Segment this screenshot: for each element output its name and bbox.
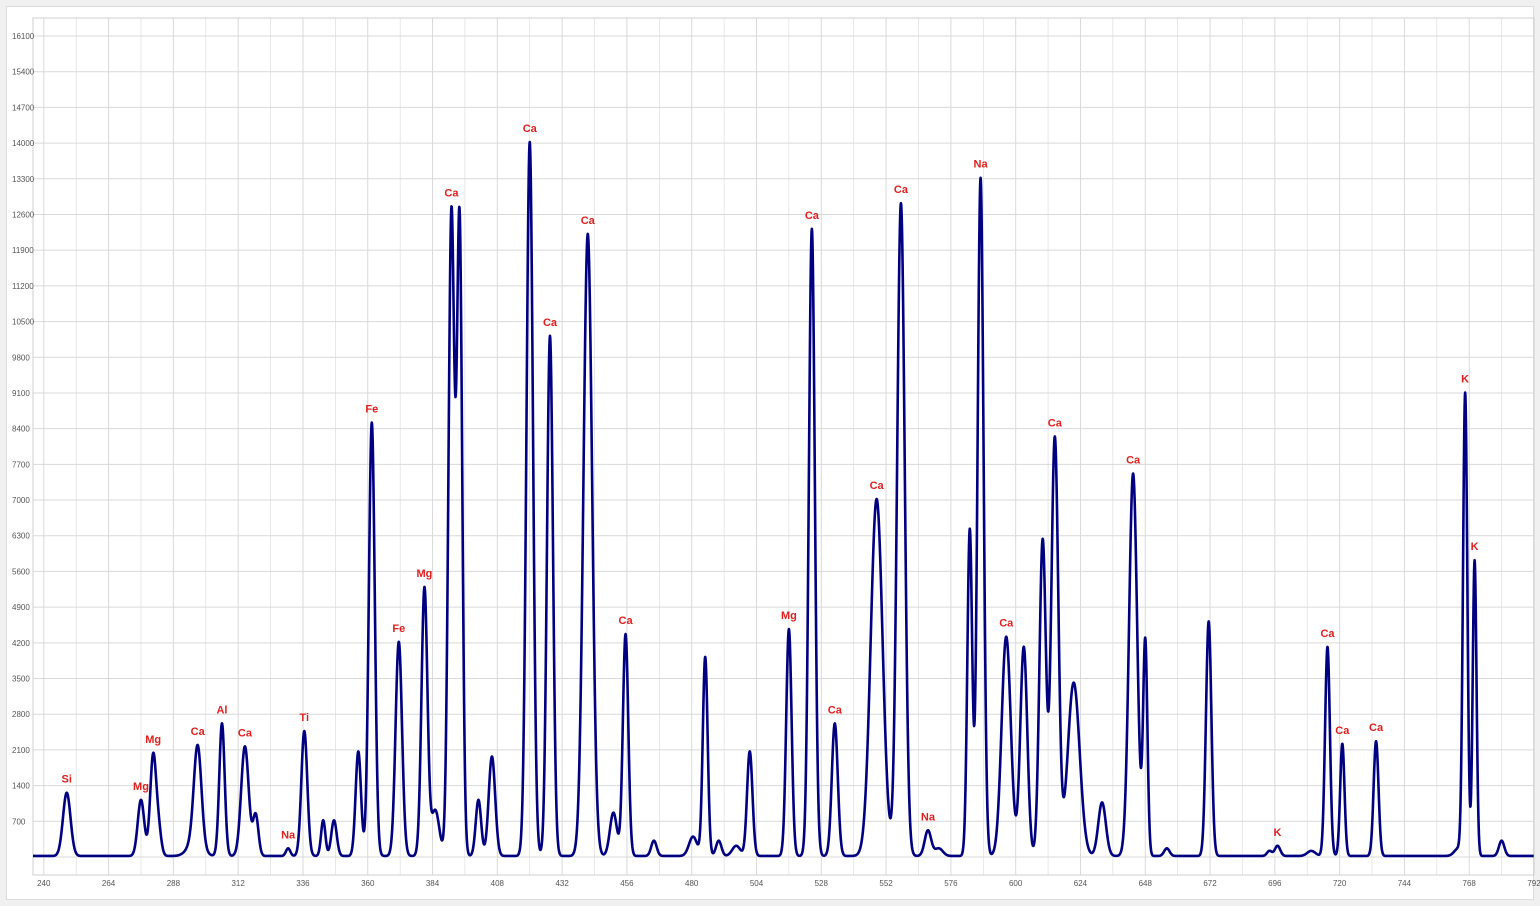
x-tick-label: 480 bbox=[685, 879, 699, 888]
y-tick-label: 11900 bbox=[12, 246, 34, 255]
peak-label: Ca bbox=[894, 184, 909, 196]
peak-label: Si bbox=[62, 774, 72, 786]
y-tick-label: 3500 bbox=[12, 675, 30, 684]
y-tick-label: 15400 bbox=[12, 68, 35, 77]
y-tick-label: 4200 bbox=[12, 639, 30, 648]
y-tick-label: 5600 bbox=[12, 567, 30, 576]
peak-label: Mg bbox=[145, 734, 161, 746]
peak-label: Ca bbox=[1335, 725, 1350, 737]
peak-label: Ca bbox=[828, 704, 843, 716]
peak-label: Na bbox=[281, 829, 296, 841]
spectrum-chart: 700 1400 2100 2800 3500 4200 4900 5600 6300 7000 7… bbox=[12, 17, 1540, 888]
x-tick-label: 528 bbox=[815, 879, 829, 888]
peak-label: Ca bbox=[1048, 417, 1063, 429]
peak-label: Ca bbox=[805, 210, 820, 222]
plot-area-border bbox=[32, 17, 1535, 876]
x-tick-label: 672 bbox=[1203, 879, 1217, 888]
peak-label: Mg bbox=[417, 568, 433, 580]
x-tick-label: 408 bbox=[491, 879, 505, 888]
y-tick-label: 700 bbox=[12, 817, 26, 826]
peak-label: Na bbox=[974, 159, 989, 171]
peak-label: Ca bbox=[870, 480, 885, 492]
y-tick-label: 7000 bbox=[12, 496, 30, 505]
x-tick-label: 768 bbox=[1463, 879, 1477, 888]
axis-frame bbox=[32, 17, 1535, 876]
y-tick-label: 10500 bbox=[12, 318, 35, 327]
x-tick-label: 720 bbox=[1333, 879, 1347, 888]
app-frame: 700 1400 2100 2800 3500 4200 4900 5600 6300 7000 7… bbox=[0, 0, 1540, 906]
peak-label: Ca bbox=[238, 727, 253, 739]
x-tick-label: 624 bbox=[1074, 879, 1088, 888]
x-tick-label: 288 bbox=[167, 879, 181, 888]
y-tick-label: 13300 bbox=[12, 175, 35, 184]
peak-label: Na bbox=[921, 811, 936, 823]
x-tick-label: 576 bbox=[944, 879, 958, 888]
x-tick-label: 240 bbox=[37, 879, 51, 888]
y-tick-label: 12600 bbox=[12, 210, 35, 219]
peak-label: Mg bbox=[781, 610, 797, 622]
x-tick-label: 696 bbox=[1268, 879, 1282, 888]
peak-label: Ca bbox=[444, 187, 459, 199]
y-tick-label: 2800 bbox=[12, 710, 30, 719]
y-tick-label: 14700 bbox=[12, 103, 35, 112]
y-tick-label: 7700 bbox=[12, 460, 30, 469]
x-tick-label: 744 bbox=[1398, 879, 1412, 888]
peak-label: Ca bbox=[523, 123, 538, 135]
y-tick-labels: 700 1400 2100 2800 3500 4200 4900 5600 6300 7000 7… bbox=[12, 32, 35, 826]
peak-label: Ca bbox=[191, 726, 206, 738]
peak-labels: Si Mg Mg Ca Al Ca Na Ti Fe Fe Mg Ca Ca Ca Ca Ca Mg Ca Ca Ca… bbox=[62, 123, 1479, 841]
y-tick-label: 2100 bbox=[12, 746, 30, 755]
peak-label: K bbox=[1471, 541, 1479, 553]
x-tick-label: 456 bbox=[620, 879, 634, 888]
x-tick-labels: 240 264 288 312 336 360 384 408 432 456 480 504 528 5… bbox=[37, 879, 1540, 888]
peak-label: K bbox=[1274, 827, 1282, 839]
peak-label: Ca bbox=[1369, 722, 1384, 734]
y-tick-label: 16100 bbox=[12, 32, 35, 41]
x-tick-label: 312 bbox=[231, 879, 245, 888]
x-tick-label: 504 bbox=[750, 879, 764, 888]
x-tick-label: 336 bbox=[296, 879, 310, 888]
x-tick-label: 360 bbox=[361, 879, 375, 888]
peak-label: Fe bbox=[392, 623, 405, 635]
peak-label: Ca bbox=[1320, 628, 1335, 640]
spectrum-line bbox=[31, 140, 1535, 858]
x-tick-label: 600 bbox=[1009, 879, 1023, 888]
peak-label: Ca bbox=[1126, 455, 1141, 467]
peak-label: Mg bbox=[133, 781, 149, 793]
peak-label: Fe bbox=[365, 404, 378, 416]
peak-label: Ca bbox=[619, 615, 634, 627]
x-tick-label: 552 bbox=[879, 879, 893, 888]
y-tick-label: 9100 bbox=[12, 389, 30, 398]
peak-label: Ca bbox=[999, 618, 1014, 630]
y-tick-label: 4900 bbox=[12, 603, 30, 612]
peak-label: K bbox=[1461, 374, 1469, 386]
y-tick-label: 8400 bbox=[12, 425, 30, 434]
grid-lines bbox=[33, 18, 1535, 875]
y-tick-label: 14000 bbox=[12, 139, 35, 148]
x-tick-label: 384 bbox=[426, 879, 440, 888]
x-tick-label: 792 bbox=[1527, 879, 1540, 888]
peak-label: Al bbox=[216, 704, 227, 716]
x-tick-label: 264 bbox=[102, 879, 116, 888]
y-tick-label: 6300 bbox=[12, 532, 30, 541]
peak-label: Ca bbox=[543, 317, 558, 329]
y-tick-label: 11200 bbox=[12, 282, 34, 291]
y-tick-label: 1400 bbox=[12, 782, 30, 791]
x-tick-label: 432 bbox=[555, 879, 569, 888]
peak-label: Ca bbox=[581, 215, 596, 227]
x-tick-label: 648 bbox=[1139, 879, 1153, 888]
y-tick-label: 9800 bbox=[12, 353, 30, 362]
peak-label: Ti bbox=[300, 712, 310, 724]
